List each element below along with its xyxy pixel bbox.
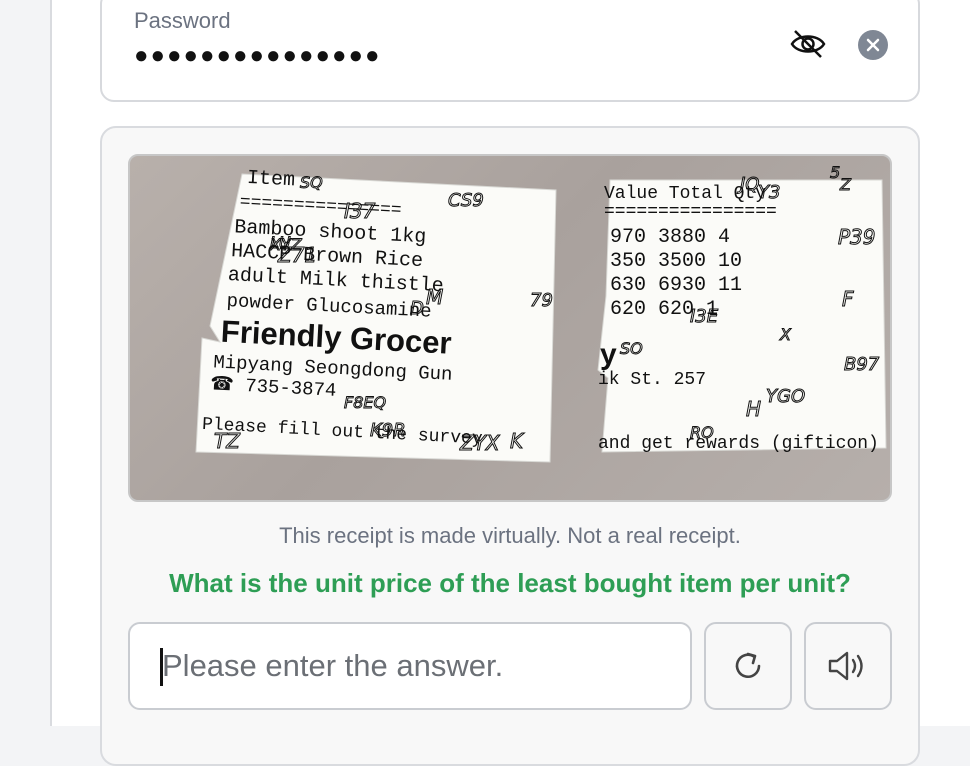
receipt-noise-mark: B97 [844, 354, 880, 375]
receipt-image: Item =============== Bamboo shoot 1kg HA… [128, 154, 892, 502]
receipt-noise-mark: H [746, 397, 761, 421]
receipt-noise-mark: 79 [530, 290, 553, 311]
password-field[interactable]: Password ●●●●●●●●●●●●●●● [100, 0, 920, 102]
text-caret [160, 648, 163, 686]
speaker-icon [828, 651, 863, 681]
receipt-noise-mark: SQ [300, 173, 323, 192]
receipt-left-line: Item [246, 167, 295, 192]
receipt-noise-mark: SO [620, 339, 643, 358]
password-input-value[interactable]: ●●●●●●●●●●●●●●● [134, 44, 381, 68]
receipt-noise-mark: I3E [690, 306, 719, 327]
receipt-noise-mark: YGO [766, 386, 805, 407]
receipt-noise-mark: Z [839, 175, 852, 194]
receipt-noise-mark: X [779, 325, 792, 344]
receipt-right-line: ================ [604, 202, 777, 222]
receipt-noise-mark: F [842, 287, 854, 311]
receipt-right-line: 970 3880 4 [610, 226, 730, 249]
receipt-noise-mark: JQ [737, 174, 759, 195]
captcha-question: What is the unit price of the least boug… [169, 568, 851, 598]
answer-input[interactable] [128, 622, 692, 710]
receipt-right-line: and get rewards (gifticon) [598, 434, 879, 454]
receipt-noise-mark: Y3 [758, 182, 780, 203]
captcha-card: Item =============== Bamboo shoot 1kg HA… [100, 126, 920, 766]
receipt-right-piece: Value Total Qty ================ 970 388… [597, 179, 887, 454]
receipt-right-line: 350 3500 10 [610, 250, 742, 273]
eye-slash-icon[interactable] [788, 26, 828, 62]
receipt-noise-mark: RO [690, 423, 714, 442]
receipt-noise-mark: D [410, 298, 424, 319]
receipt-noise-mark: F8EQ [344, 393, 386, 412]
receipt-noise-mark: M [426, 285, 443, 309]
close-circle-icon[interactable] [858, 30, 888, 60]
refresh-button[interactable] [704, 622, 792, 710]
receipt-noise-mark: CS9 [448, 190, 484, 211]
receipt-noise-mark: P39 [838, 225, 876, 249]
receipt-right-line: ik St. 257 [598, 370, 706, 390]
receipt-noise-mark: LU [270, 233, 291, 252]
receipt-noise-mark: 5 [830, 163, 840, 182]
receipt-noise-mark: TZ [214, 429, 241, 453]
receipt-left-piece: Item =============== Bamboo shoot 1kg HA… [195, 167, 557, 463]
receipt-noise-mark: K [510, 429, 525, 453]
receipt-noise-mark: K9R [370, 420, 406, 441]
receipt-noise-mark: ZYX [459, 431, 501, 455]
password-label: Password [134, 8, 231, 33]
refresh-icon [735, 652, 761, 679]
receipt-noise-mark: I37 [344, 199, 376, 223]
receipt-right-line: y [600, 338, 617, 371]
receipt-right-line: 630 6930 11 [610, 274, 742, 297]
audio-button[interactable] [804, 622, 892, 710]
receipt-disclaimer: This receipt is made virtually. Not a re… [279, 523, 741, 548]
